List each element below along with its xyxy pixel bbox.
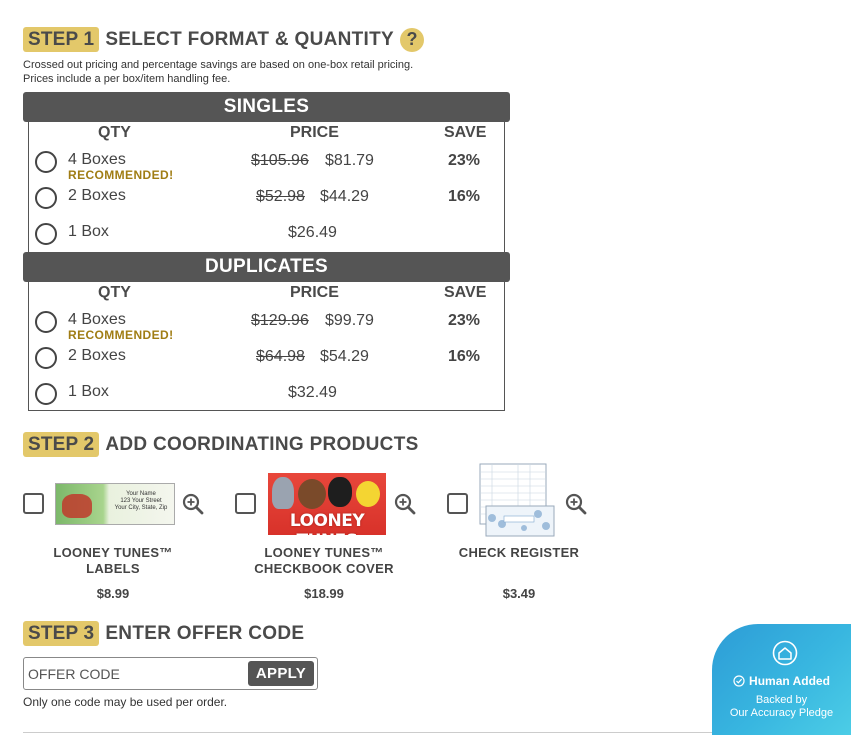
checkbook-cover-product-price: $18.99 <box>304 586 344 601</box>
save-percent: 16% <box>448 348 481 365</box>
price: $81.79 <box>325 152 374 169</box>
singles-price-header: PRICE <box>290 124 339 141</box>
duplicates-price-header: PRICE <box>290 284 339 301</box>
step2-badge: STEP 2 <box>23 432 100 457</box>
radio-button[interactable] <box>35 223 57 245</box>
singles-option-1-box[interactable]: 1 Box $26.49 <box>35 221 495 251</box>
duplicates-option-4-boxes[interactable]: 4 Boxes RECOMMENDED! $129.96 $99.79 23% <box>35 309 495 342</box>
zoom-icon[interactable] <box>394 493 416 515</box>
checkbook-cover-checkbox[interactable] <box>235 493 256 514</box>
singles-option-2-boxes[interactable]: 2 Boxes $52.98 $44.29 16% <box>35 185 495 215</box>
check-register-checkbox[interactable] <box>447 493 468 514</box>
save-percent: 23% <box>448 152 481 169</box>
duplicates-option-2-boxes[interactable]: 2 Boxes $64.98 $54.29 16% <box>35 345 495 375</box>
duplicates-qty-header: QTY <box>98 284 131 301</box>
checkbook-cover-product-name: LOONEY TUNES™ CHECKBOOK COVER <box>234 545 414 577</box>
save-percent: 16% <box>448 188 481 205</box>
qty-label: 1 Box <box>68 223 109 240</box>
old-price: $129.96 <box>251 312 309 329</box>
duplicates-option-1-box[interactable]: 1 Box $32.49 <box>35 381 495 411</box>
pricing-note-line1: Crossed out pricing and percentage savin… <box>23 59 414 71</box>
pricing-note-line2: Prices include a per box/item handling f… <box>23 73 231 85</box>
taz-icon <box>298 479 326 509</box>
check-register-product-image[interactable] <box>478 462 558 542</box>
check-register-product-price: $3.49 <box>502 586 536 601</box>
looney-tunes-logo: LOONEY TUNES <box>289 511 365 535</box>
step3-title: ENTER OFFER CODE <box>105 622 305 644</box>
old-price: $52.98 <box>256 188 305 205</box>
step2-title: ADD COORDINATING PRODUCTS <box>105 433 419 455</box>
help-icon[interactable]: ? <box>400 27 424 52</box>
sylvester-icon <box>328 477 352 507</box>
apply-button[interactable]: APPLY <box>248 661 314 686</box>
qty-label: 4 Boxes <box>68 311 126 328</box>
qty-label: 1 Box <box>68 383 109 400</box>
product-name-line1: LOONEY TUNES™ <box>53 545 173 560</box>
bugs-bunny-icon <box>272 477 294 509</box>
zoom-icon[interactable] <box>182 493 204 515</box>
tweety-icon <box>356 481 380 507</box>
checkbook-cover-product-image[interactable]: LOONEY TUNES <box>268 473 386 535</box>
singles-header: SINGLES <box>23 92 510 122</box>
singles-save-header: SAVE <box>444 124 487 141</box>
step3-heading: STEP 3 ENTER OFFER CODE <box>23 621 304 646</box>
duplicates-header: DUPLICATES <box>23 252 510 282</box>
pledge-title-text: Human Added <box>749 674 830 688</box>
recommended-badge: RECOMMENDED! <box>68 328 174 342</box>
pledge-line2: Our Accuracy Pledge <box>729 707 834 719</box>
cartoon-car-icon <box>62 494 92 518</box>
step1-title: SELECT FORMAT & QUANTITY <box>105 28 394 50</box>
radio-button[interactable] <box>35 347 57 369</box>
old-price: $64.98 <box>256 348 305 365</box>
accuracy-pledge-badge[interactable]: Human Added Backed by Our Accuracy Pledg… <box>712 624 851 735</box>
singles-qty-header: QTY <box>98 124 131 141</box>
product-name-line1: CHECK REGISTER <box>458 545 580 560</box>
label-street-text: 123 Your Street <box>120 498 162 504</box>
price: $99.79 <box>325 312 374 329</box>
label-name-text: Your Name <box>126 491 156 497</box>
offer-code-note: Only one code may be used per order. <box>23 695 228 709</box>
qty-label: 2 Boxes <box>68 347 126 364</box>
pledge-subtitle: Backed by Our Accuracy Pledge <box>712 694 851 720</box>
save-percent: 23% <box>448 312 481 329</box>
pledge-title: Human Added <box>712 674 851 688</box>
step1-heading: STEP 1 SELECT FORMAT & QUANTITY ? <box>23 27 424 52</box>
product-name-line2: CHECKBOOK COVER <box>254 561 394 576</box>
singles-option-4-boxes[interactable]: 4 Boxes RECOMMENDED! $105.96 $81.79 23% <box>35 149 495 182</box>
duplicates-save-header: SAVE <box>444 284 487 301</box>
radio-button[interactable] <box>35 187 57 209</box>
pricing-note: Crossed out pricing and percentage savin… <box>23 58 413 86</box>
radio-button[interactable] <box>35 151 57 173</box>
step2-heading: STEP 2 ADD COORDINATING PRODUCTS <box>23 432 419 457</box>
radio-button[interactable] <box>35 383 57 405</box>
divider <box>23 732 713 733</box>
label-city-text: Your City, State, Zip <box>114 505 168 511</box>
step3-badge: STEP 3 <box>23 621 100 646</box>
home-icon <box>772 640 798 666</box>
labels-checkbox[interactable] <box>23 493 44 514</box>
labels-product-name: LOONEY TUNES™ LABELS <box>23 545 203 577</box>
price: $54.29 <box>320 348 369 365</box>
radio-button[interactable] <box>35 311 57 333</box>
qty-label: 2 Boxes <box>68 187 126 204</box>
pledge-line1: Backed by <box>755 694 808 706</box>
price: $32.49 <box>288 384 337 401</box>
recommended-badge: RECOMMENDED! <box>68 168 174 182</box>
labels-product-price: $8.99 <box>96 586 130 601</box>
labels-product-image[interactable]: Your Name 123 Your Street Your City, Sta… <box>55 483 175 525</box>
price: $44.29 <box>320 188 369 205</box>
offer-code-form: APPLY <box>23 657 318 690</box>
price: $26.49 <box>288 224 337 241</box>
step1-badge: STEP 1 <box>23 27 100 52</box>
product-name-line2: LABELS <box>86 561 140 576</box>
check-register-product-name: CHECK REGISTER <box>429 545 609 561</box>
qty-label: 4 Boxes <box>68 151 126 168</box>
zoom-icon[interactable] <box>565 493 587 515</box>
check-circle-icon <box>733 675 745 687</box>
product-name-line1: LOONEY TUNES™ <box>264 545 384 560</box>
old-price: $105.96 <box>251 152 309 169</box>
offer-code-input[interactable] <box>28 662 248 686</box>
